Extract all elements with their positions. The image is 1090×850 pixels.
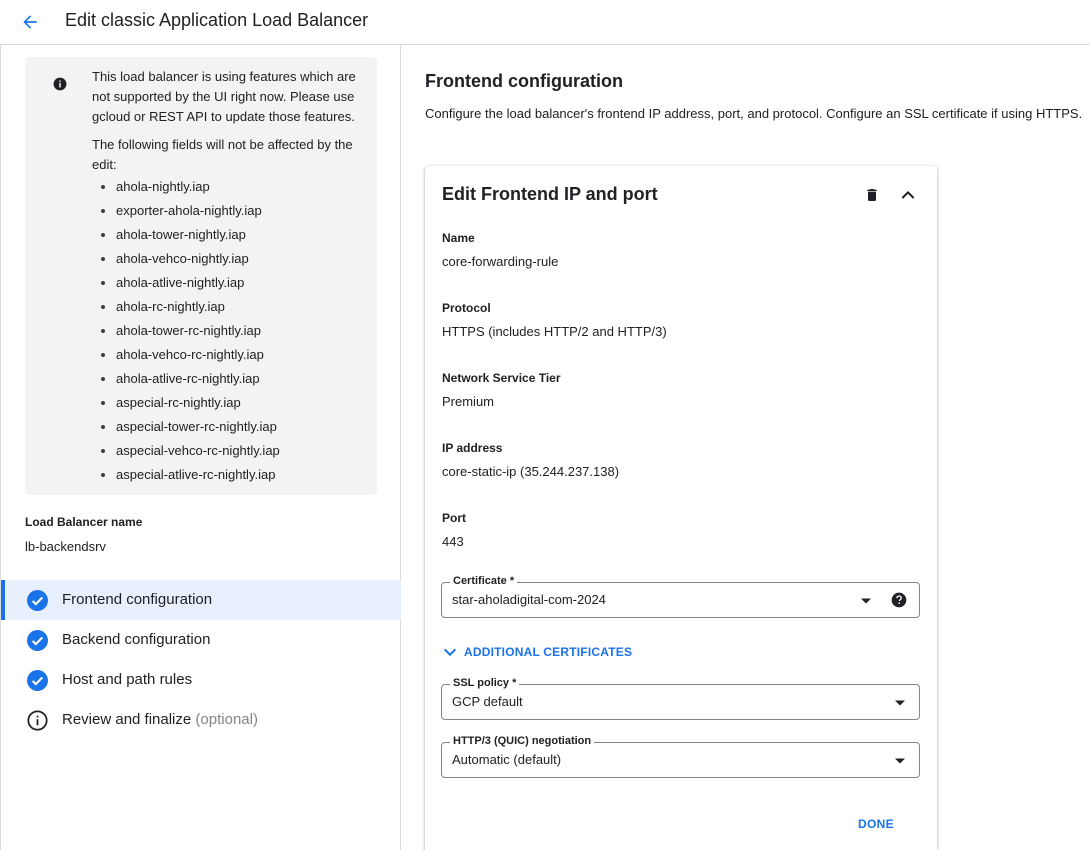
ip-address-label: IP address [442,441,503,455]
name-value: core-forwarding-rule [442,254,559,269]
additional-certificates-toggle[interactable]: ADDITIONAL CERTIFICATES [442,644,632,660]
list-item: ahola-tower-nightly.iap [92,225,367,249]
protocol-value: HTTPS (includes HTTP/2 and HTTP/3) [442,324,667,339]
quic-negotiation-select[interactable]: HTTP/3 (QUIC) negotiation Automatic (def… [441,735,920,778]
protocol-label: Protocol [442,301,491,315]
ssl-policy-select[interactable]: SSL policy * GCP default [441,677,920,720]
info-outline-icon [27,710,48,731]
step-frontend-configuration[interactable]: Frontend configuration [1,580,401,620]
list-item: ahola-nightly.iap [92,177,367,201]
list-item: aspecial-rc-nightly.iap [92,393,367,417]
arrow-back-icon [23,15,37,29]
name-label: Name [442,231,475,245]
caret-down-icon [861,598,871,604]
ssl-policy-label: SSL policy * [450,677,520,689]
back-button[interactable] [16,8,44,36]
trash-icon [867,189,877,201]
ip-address-value: core-static-ip (35.244.237.138) [442,464,620,479]
additional-certificates-label: ADDITIONAL CERTIFICATES [464,645,633,659]
certificate-label: Certificate * [450,575,518,587]
check-circle-icon [27,590,48,611]
card-title: Edit Frontend IP and port [442,184,658,204]
step-label: Frontend configuration [62,591,213,608]
lb-name-label: Load Balancer name [25,515,143,529]
section-description: Configure the load balancer's frontend I… [425,106,1083,121]
help-icon[interactable] [891,592,907,608]
unaffected-fields-list: ahola-nightly.iap exporter-ahola-nightly… [92,177,367,489]
step-label: Review and finalize (optional) [62,711,258,728]
info-paragraph: This load balancer is using features whi… [92,69,356,124]
list-item: aspecial-atlive-rc-nightly.iap [92,465,367,489]
left-pane: This load balancer is using features whi… [0,45,401,850]
step-host-and-path-rules[interactable]: Host and path rules [1,660,401,700]
certificate-select[interactable]: Certificate * star-aholadigital-com-2024 [441,575,920,618]
collapse-button[interactable] [897,185,919,205]
delete-button[interactable] [862,185,882,205]
list-item: exporter-ahola-nightly.iap [92,201,367,225]
step-backend-configuration[interactable]: Backend configuration [1,620,401,660]
ssl-policy-value: GCP default [452,694,523,709]
chevron-up-icon [901,190,915,199]
optional-tag: (optional) [195,711,258,728]
list-item: ahola-vehco-nightly.iap [92,249,367,273]
certificate-value: star-aholadigital-com-2024 [452,592,606,607]
caret-down-icon [895,758,905,764]
list-item: ahola-vehco-rc-nightly.iap [92,345,367,369]
network-tier-value: Premium [442,394,495,409]
caret-down-icon [895,700,905,706]
step-label: Host and path rules [62,671,193,688]
list-item: ahola-tower-rc-nightly.iap [92,321,367,345]
frontend-ip-port-card: Edit Frontend IP and port Name core-forw… [425,166,937,850]
step-label-text: Review and finalize [62,711,192,728]
info-text: This load balancer is using features whi… [92,67,367,489]
list-item: ahola-atlive-rc-nightly.iap [92,369,367,393]
network-tier-label: Network Service Tier [442,371,561,385]
lb-name-value: lb-backendsrv [25,539,106,554]
port-value: 443 [442,534,464,549]
quic-negotiation-value: Automatic (default) [452,752,562,767]
list-item: aspecial-vehco-rc-nightly.iap [92,441,367,465]
step-label: Backend configuration [62,631,211,648]
info-box: This load balancer is using features whi… [25,57,377,495]
top-bar: Edit classic Application Load Balancer [0,0,1090,45]
check-circle-icon [27,630,48,651]
list-item: aspecial-tower-rc-nightly.iap [92,417,367,441]
list-item: ahola-atlive-nightly.iap [92,273,367,297]
check-circle-icon [27,670,48,691]
step-review-and-finalize[interactable]: Review and finalize (optional) [1,700,401,740]
quic-negotiation-label: HTTP/3 (QUIC) negotiation [450,735,595,747]
page-title: Edit classic Application Load Balancer [65,10,369,30]
done-button[interactable]: DONE [858,817,894,831]
list-item: ahola-rc-nightly.iap [92,297,367,321]
steps-nav: Frontend configuration Backend configura… [1,580,401,740]
info-filled-icon [53,77,67,91]
chevron-down-icon [443,648,457,657]
port-label: Port [442,511,466,525]
info-paragraph: The following fields will not be affecte… [92,137,353,172]
section-title: Frontend configuration [425,71,623,91]
